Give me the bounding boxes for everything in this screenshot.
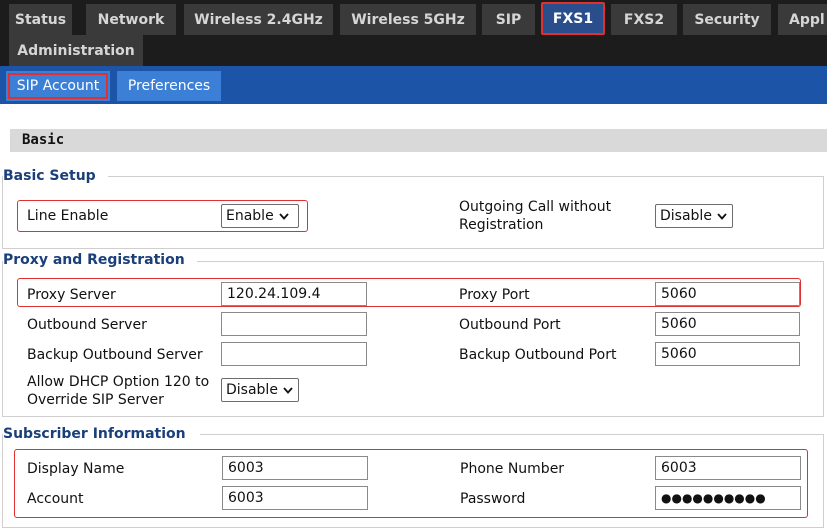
- tab-security[interactable]: Security: [683, 4, 771, 35]
- line-enable-value: Enable: [226, 208, 274, 224]
- proxy-server-input[interactable]: 120.24.109.4: [221, 282, 367, 306]
- tab-administration[interactable]: Administration: [9, 35, 143, 66]
- section-basic-header: Basic: [10, 129, 827, 152]
- account-label: Account: [27, 491, 84, 507]
- line-enable-select[interactable]: Enable: [221, 204, 299, 228]
- outgoing-call-select[interactable]: Disable: [655, 204, 733, 228]
- backup-outbound-port-label: Backup Outbound Port: [459, 347, 617, 363]
- tab-fxs1[interactable]: FXS1: [541, 2, 605, 35]
- backup-outbound-server-label: Backup Outbound Server: [27, 347, 203, 363]
- proxy-registration-heading: Proxy and Registration: [3, 250, 197, 270]
- account-input[interactable]: 6003: [222, 486, 368, 510]
- tab-wireless-5ghz[interactable]: Wireless 5GHz: [340, 4, 476, 35]
- dhcp-option-select[interactable]: Disable: [221, 378, 299, 402]
- subscriber-information-heading: Subscriber Information: [3, 424, 198, 444]
- tab-network[interactable]: Network: [86, 4, 176, 35]
- tab-status[interactable]: Status: [9, 4, 72, 35]
- proxy-port-label: Proxy Port: [459, 287, 530, 303]
- basic-setup-heading: Basic Setup: [3, 166, 108, 186]
- dhcp-option-label-line1: Allow DHCP Option 120 to: [27, 374, 210, 390]
- outbound-port-input[interactable]: 5060: [655, 312, 800, 336]
- tab-application[interactable]: Appl: [778, 4, 827, 35]
- divider: [100, 176, 824, 177]
- main-nav: Status Network Wireless 2.4GHz Wireless …: [0, 0, 827, 66]
- proxy-server-label: Proxy Server: [27, 287, 116, 303]
- tab-wireless-24ghz[interactable]: Wireless 2.4GHz: [184, 4, 333, 35]
- display-name-input[interactable]: 6003: [222, 456, 368, 480]
- tab-sip[interactable]: SIP: [482, 4, 535, 35]
- outbound-port-label: Outbound Port: [459, 317, 561, 333]
- outbound-server-input[interactable]: [221, 312, 367, 336]
- phone-number-input[interactable]: 6003: [655, 456, 801, 480]
- outgoing-call-label-line2: Registration: [459, 217, 544, 233]
- chevron-down-icon: [283, 387, 293, 394]
- divider: [200, 434, 824, 435]
- subscriber-information-group: [2, 434, 824, 528]
- outbound-server-label: Outbound Server: [27, 317, 147, 333]
- dhcp-option-value: Disable: [226, 382, 278, 398]
- outgoing-call-label-line1: Outgoing Call without: [459, 199, 612, 215]
- basic-setup-title: Basic Setup: [3, 168, 108, 184]
- divider: [190, 261, 824, 262]
- password-input[interactable]: ●●●●●●●●●●: [655, 486, 801, 510]
- password-label: Password: [460, 491, 526, 507]
- backup-outbound-port-input[interactable]: 5060: [655, 342, 800, 366]
- proxy-port-input[interactable]: 5060: [655, 282, 800, 306]
- tab-fxs2[interactable]: FXS2: [611, 4, 677, 35]
- outgoing-call-value: Disable: [660, 208, 712, 224]
- display-name-label: Display Name: [27, 461, 125, 477]
- subtab-preferences[interactable]: Preferences: [117, 71, 221, 101]
- line-enable-label: Line Enable: [27, 208, 109, 224]
- proxy-registration-title: Proxy and Registration: [3, 252, 197, 268]
- chevron-down-icon: [279, 213, 289, 220]
- subtab-sip-account[interactable]: SIP Account: [6, 71, 110, 101]
- backup-outbound-server-input[interactable]: [221, 342, 367, 366]
- chevron-down-icon: [717, 213, 727, 220]
- dhcp-option-label-line2: Override SIP Server: [27, 392, 164, 408]
- phone-number-label: Phone Number: [460, 461, 565, 477]
- subscriber-information-title: Subscriber Information: [3, 426, 198, 442]
- sub-nav: SIP Account Preferences: [0, 66, 827, 104]
